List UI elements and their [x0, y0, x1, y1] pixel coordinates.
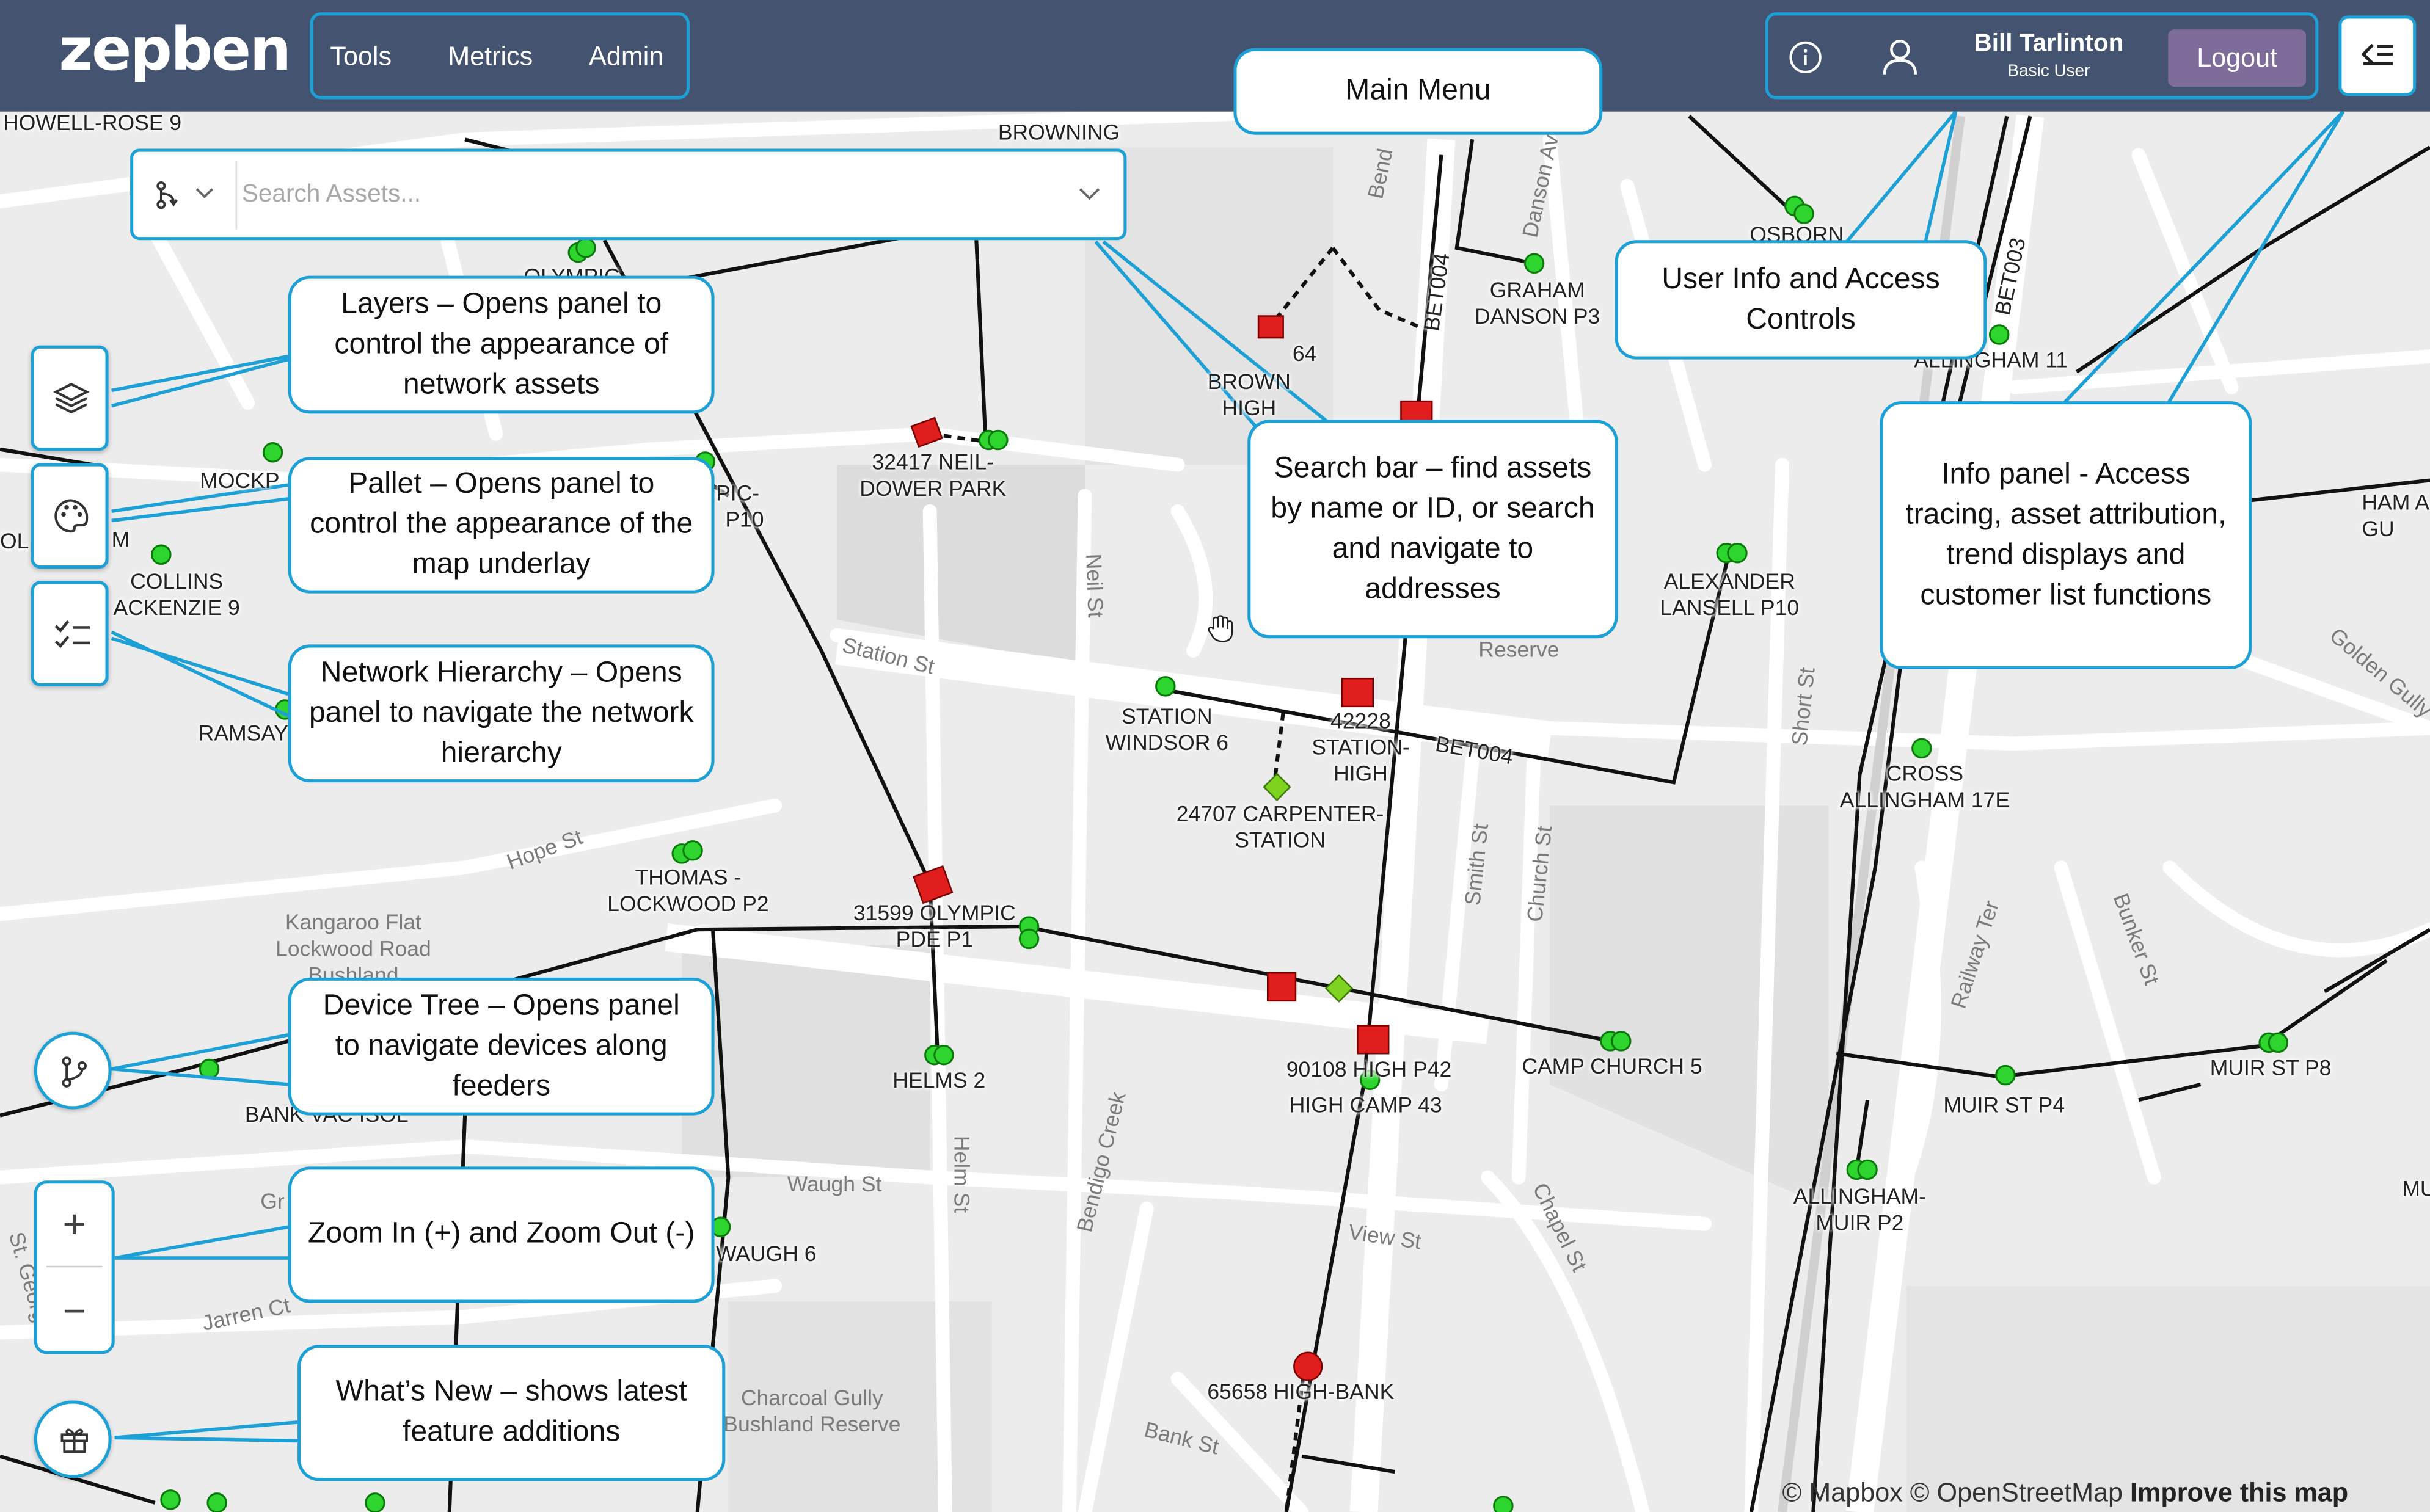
user-icon[interactable]: [1881, 37, 1919, 78]
callout-network-hierarchy: Network Hierarchy – Opens panel to navig…: [288, 644, 715, 783]
callout-info-panel: Info panel - Access tracing, asset attri…: [1880, 401, 2252, 669]
device-tree-button[interactable]: [34, 1031, 112, 1110]
whats-new-button[interactable]: [34, 1400, 112, 1478]
callout-user-info: User Info and Access Controls: [1615, 240, 1987, 360]
label-station-high: 42228 STATION-HIGH: [1312, 708, 1410, 786]
search-bar: [130, 148, 1127, 241]
menu-item-metrics[interactable]: Metrics: [448, 42, 533, 73]
label-olympic-pde: 31599 OLYMPIC PDE P1: [853, 900, 1016, 951]
label-ham: HAM A GU: [2362, 489, 2428, 541]
zepben-logo[interactable]: zepben: [59, 15, 291, 84]
callout-pallet: Pallet – Opens panel to control the appe…: [288, 457, 715, 594]
street-neil-st: Neil St: [1081, 553, 1109, 618]
label-ramsay: RAMSAY: [198, 720, 289, 746]
layers-icon: [53, 382, 90, 414]
improve-map-link[interactable]: Improve this map: [2130, 1478, 2348, 1507]
grab-cursor-icon: [1208, 615, 1233, 642]
menu-item-admin[interactable]: Admin: [589, 42, 663, 73]
layers-button[interactable]: [31, 345, 109, 451]
label-carpenter: 24707 CARPENTER-STATION: [1176, 801, 1384, 852]
label-station-windsor: STATION WINDSOR 6: [1105, 703, 1229, 755]
osm-link[interactable]: © OpenStreetMap: [1910, 1478, 2123, 1507]
label-pic: PIC-: [716, 480, 760, 506]
label-high-bank: 65658 HIGH-BANK: [1207, 1378, 1395, 1404]
label-mockp: MOCKP: [200, 468, 280, 493]
gift-icon: [60, 1428, 88, 1453]
search-dropdown-chevron-icon[interactable]: [1079, 186, 1101, 201]
zoom-out-button[interactable]: −: [37, 1270, 112, 1351]
street-gr: Gr: [260, 1188, 285, 1213]
street-helm-st: Helm St: [949, 1135, 975, 1213]
callout-device-tree: Device Tree – Opens panel to navigate de…: [288, 977, 715, 1116]
label-m: M: [111, 526, 130, 552]
label-howell-rose: HOWELL-ROSE 9: [3, 110, 182, 135]
info-panel-button[interactable]: [2338, 15, 2417, 96]
label-alexander: ALEXANDER LANSELL P10: [1660, 569, 1800, 620]
zoom-divider: [46, 1265, 103, 1268]
label-muir-p8: MUIR ST P8: [2209, 1055, 2332, 1080]
zoom-controls: + −: [34, 1180, 115, 1354]
street-reserve: Reserve: [1478, 636, 1560, 662]
user-role: Basic User: [2007, 62, 2090, 81]
search-mode-chevron-icon[interactable]: [195, 186, 214, 201]
label-camp-church: CAMP CHURCH 5: [1522, 1053, 1702, 1078]
device-tree-icon: [62, 1056, 87, 1088]
label-high-camp: HIGH CAMP 43: [1289, 1092, 1442, 1118]
palette-icon: [54, 499, 89, 533]
user-name: Bill Tarlinton: [1974, 31, 2124, 57]
label-p10: P10: [725, 506, 764, 532]
label-waugh: WAUGH 6: [716, 1241, 817, 1266]
callout-zoom: Zoom In (+) and Zoom Out (-): [288, 1166, 715, 1303]
checklist-icon: [54, 620, 90, 649]
label-collins: COLLINS ACKENZIE 9: [113, 569, 240, 620]
label-helms: HELMS 2: [892, 1067, 986, 1092]
callout-main-menu: Main Menu: [1233, 48, 1603, 135]
label-ol: OL: [0, 528, 29, 553]
street-charcoal-reserve: Charcoal Gully Bushland Reserve: [723, 1385, 901, 1436]
zoom-in-button[interactable]: +: [37, 1183, 112, 1264]
callout-search-bar: Search bar – find assets by name or ID, …: [1247, 420, 1618, 639]
label-graham: GRAHAM DANSON P3: [1475, 277, 1600, 329]
label-mu: MU: [2402, 1176, 2430, 1201]
label-brown-64: 64: [1292, 341, 1317, 366]
label-high-p42: 90108 HIGH P42: [1286, 1056, 1452, 1081]
mapbox-link[interactable]: © Mapbox: [1782, 1478, 1903, 1507]
route-icon[interactable]: [155, 180, 183, 211]
label-thomas: THOMAS - LOCKWOOD P2: [607, 864, 769, 916]
label-brown-high: BROWN HIGH: [1207, 368, 1291, 420]
label-browning: BROWNING: [998, 119, 1120, 144]
callout-whats-new: What’s New – shows latest feature additi…: [297, 1345, 726, 1481]
menu-item-tools[interactable]: Tools: [330, 42, 392, 73]
info-icon[interactable]: [1789, 40, 1823, 75]
label-allingham-muir: ALLINGHAM-MUIR P2: [1793, 1183, 1926, 1235]
map-attribution: © Mapbox © OpenStreetMap Improve this ma…: [1782, 1478, 2349, 1509]
network-hierarchy-button[interactable]: [31, 581, 109, 686]
label-neil-dower: 32417 NEIL-DOWER PARK: [859, 449, 1007, 501]
pallet-button[interactable]: [31, 463, 109, 569]
search-input[interactable]: [238, 164, 1051, 227]
label-muir-p4: MUIR ST P4: [1943, 1092, 2065, 1118]
logout-button[interactable]: Logout: [2168, 29, 2307, 87]
collapse-panel-icon: [2361, 43, 2393, 65]
label-cross-allingham: CROSS ALLINGHAM 17E: [1839, 760, 2010, 812]
search-divider: [235, 161, 238, 230]
street-waugh-st: Waugh St: [787, 1171, 882, 1196]
callout-layers: Layers – Opens panel to control the appe…: [288, 275, 715, 414]
